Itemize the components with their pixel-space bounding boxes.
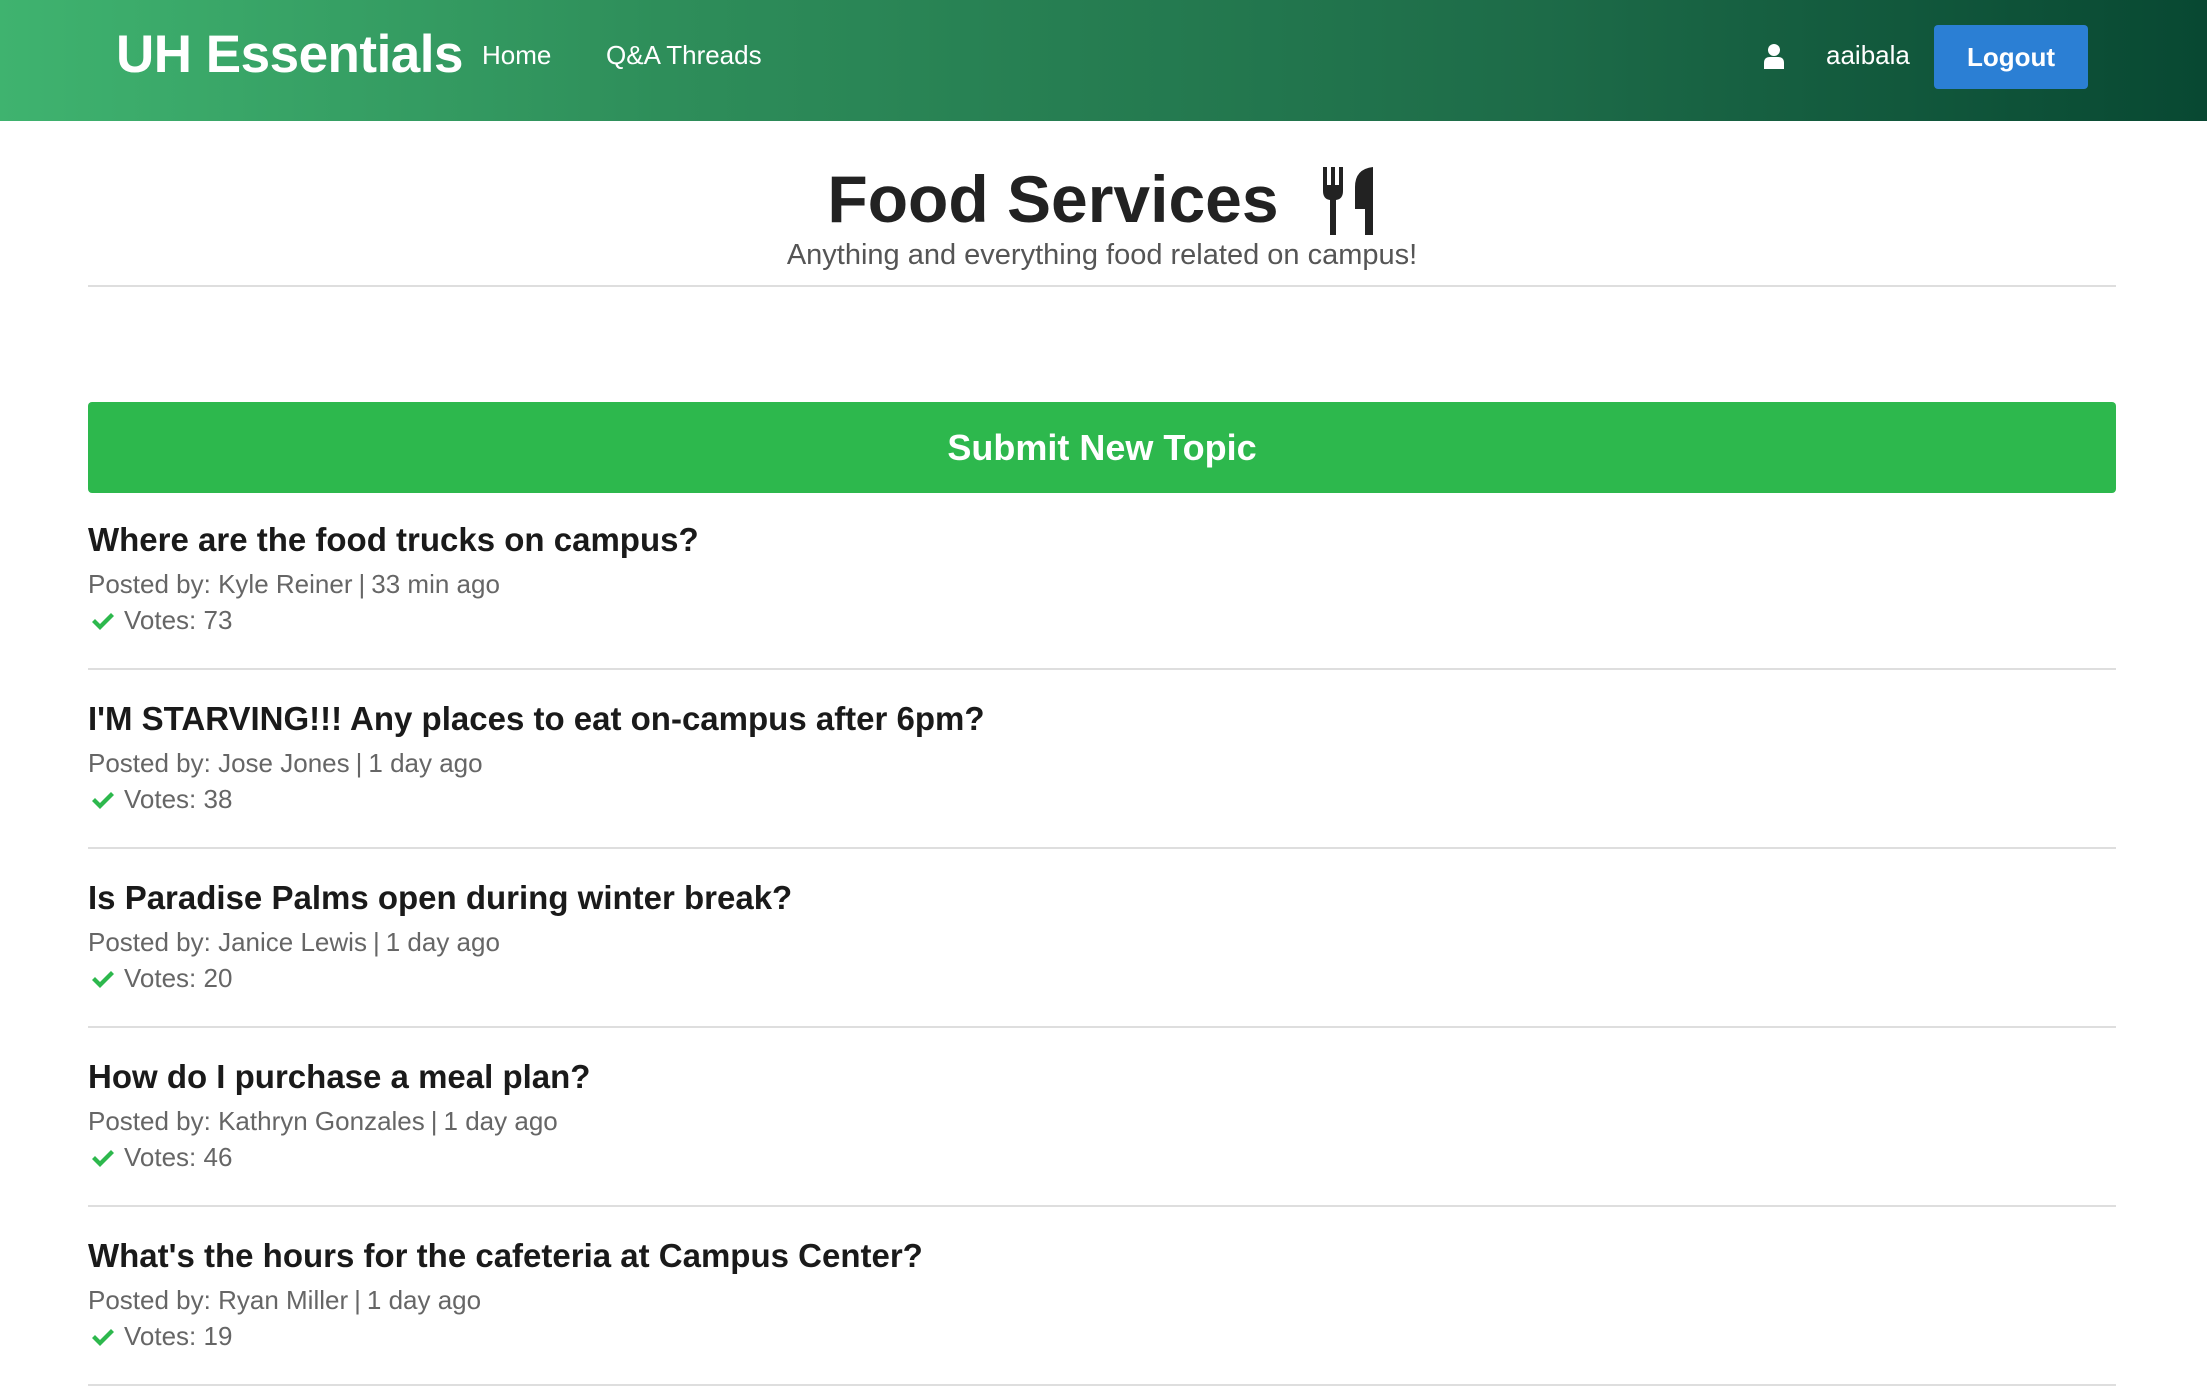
- page-subtitle: Anything and everything food related on …: [786, 239, 1418, 271]
- page-title: Food Services: [827, 162, 1279, 236]
- votes-label: Votes:: [124, 784, 197, 814]
- topic-votes: Votes: 46: [88, 1142, 232, 1173]
- topic-author: Kathryn Gonzales: [218, 1106, 425, 1136]
- nav-home-link[interactable]: Home: [482, 40, 551, 71]
- topic-title[interactable]: Where are the food trucks on campus?: [88, 521, 699, 559]
- topic-votes: Votes: 38: [88, 784, 232, 815]
- title-row: Food Services: [88, 161, 2116, 237]
- topic-meta: Posted by: Kathryn Gonzales | 1 day ago: [88, 1106, 558, 1137]
- topic-time: 1 day ago: [366, 1285, 482, 1315]
- votes-label: Votes:: [124, 1142, 197, 1172]
- topic-meta: Posted by: Janice Lewis | 1 day ago: [88, 927, 500, 958]
- topic-votes: Votes: 19: [88, 1321, 232, 1352]
- meta-separator: |: [430, 1106, 438, 1136]
- votes-count: 73: [203, 605, 233, 635]
- votes-count: 20: [203, 963, 233, 993]
- topic-list: Where are the food trucks on campus? Pos…: [88, 493, 2116, 1388]
- topic-title[interactable]: How do I purchase a meal plan?: [88, 1058, 590, 1096]
- topic-title[interactable]: Is Paradise Palms open during winter bre…: [88, 879, 792, 917]
- posted-by-label: Posted by:: [88, 927, 211, 957]
- votes-label: Votes:: [124, 1321, 197, 1351]
- topic-time: 1 day ago: [368, 748, 483, 778]
- utensils-icon: [1322, 167, 1373, 235]
- topic-item: Where are the food trucks on campus? Pos…: [88, 493, 2116, 670]
- topic-author: Kyle Reiner: [218, 569, 353, 599]
- votes-label: Votes:: [124, 963, 197, 993]
- navbar: UH Essentials Home Q&A Threads aaibala L…: [0, 0, 2207, 121]
- check-icon: [92, 791, 114, 809]
- votes-count: 46: [203, 1142, 233, 1172]
- submit-new-topic-button[interactable]: Submit New Topic: [88, 402, 2116, 493]
- page-header: Food Services Anything and everything fo…: [88, 121, 2116, 287]
- votes-count: 38: [203, 784, 233, 814]
- posted-by-label: Posted by:: [88, 1285, 211, 1315]
- meta-separator: |: [355, 748, 363, 778]
- meta-separator: |: [372, 927, 380, 957]
- topic-item: How do I purchase a meal plan? Posted by…: [88, 1030, 2116, 1207]
- topic-meta: Posted by: Jose Jones | 1 day ago: [88, 748, 483, 779]
- topic-item: What's the hours for the cafeteria at Ca…: [88, 1209, 2116, 1386]
- topic-title[interactable]: What's the hours for the cafeteria at Ca…: [88, 1237, 923, 1275]
- topic-votes: Votes: 20: [88, 963, 232, 994]
- votes-count: 19: [203, 1321, 233, 1351]
- topic-votes: Votes: 73: [88, 605, 232, 636]
- topic-meta: Posted by: Ryan Miller | 1 day ago: [88, 1285, 481, 1316]
- posted-by-label: Posted by:: [88, 748, 211, 778]
- votes-label: Votes:: [124, 605, 197, 635]
- username: aaibala: [1826, 40, 1910, 70]
- user-icon: [1764, 44, 1784, 69]
- meta-separator: |: [354, 1285, 361, 1315]
- check-icon: [92, 1328, 114, 1346]
- topic-time: 1 day ago: [443, 1106, 558, 1136]
- topic-meta: Posted by: Kyle Reiner | 33 min ago: [88, 569, 500, 600]
- topic-author: Ryan Miller: [218, 1285, 349, 1315]
- logout-button[interactable]: Logout: [1934, 25, 2088, 89]
- posted-by-label: Posted by:: [88, 1106, 211, 1136]
- topic-time: 1 day ago: [385, 927, 500, 957]
- meta-separator: |: [358, 569, 366, 599]
- check-icon: [92, 1149, 114, 1167]
- topic-author: Jose Jones: [218, 748, 350, 778]
- check-icon: [92, 970, 114, 988]
- topic-title[interactable]: I'M STARVING!!! Any places to eat on-cam…: [88, 700, 985, 738]
- brand-logo[interactable]: UH Essentials: [116, 24, 463, 85]
- topic-author: Janice Lewis: [218, 927, 367, 957]
- topic-item: I'M STARVING!!! Any places to eat on-cam…: [88, 672, 2116, 849]
- topic-item: Is Paradise Palms open during winter bre…: [88, 851, 2116, 1028]
- topic-time: 33 min ago: [371, 569, 500, 599]
- check-icon: [92, 612, 114, 630]
- posted-by-label: Posted by:: [88, 569, 211, 599]
- nav-qa-threads-link[interactable]: Q&A Threads: [606, 40, 762, 71]
